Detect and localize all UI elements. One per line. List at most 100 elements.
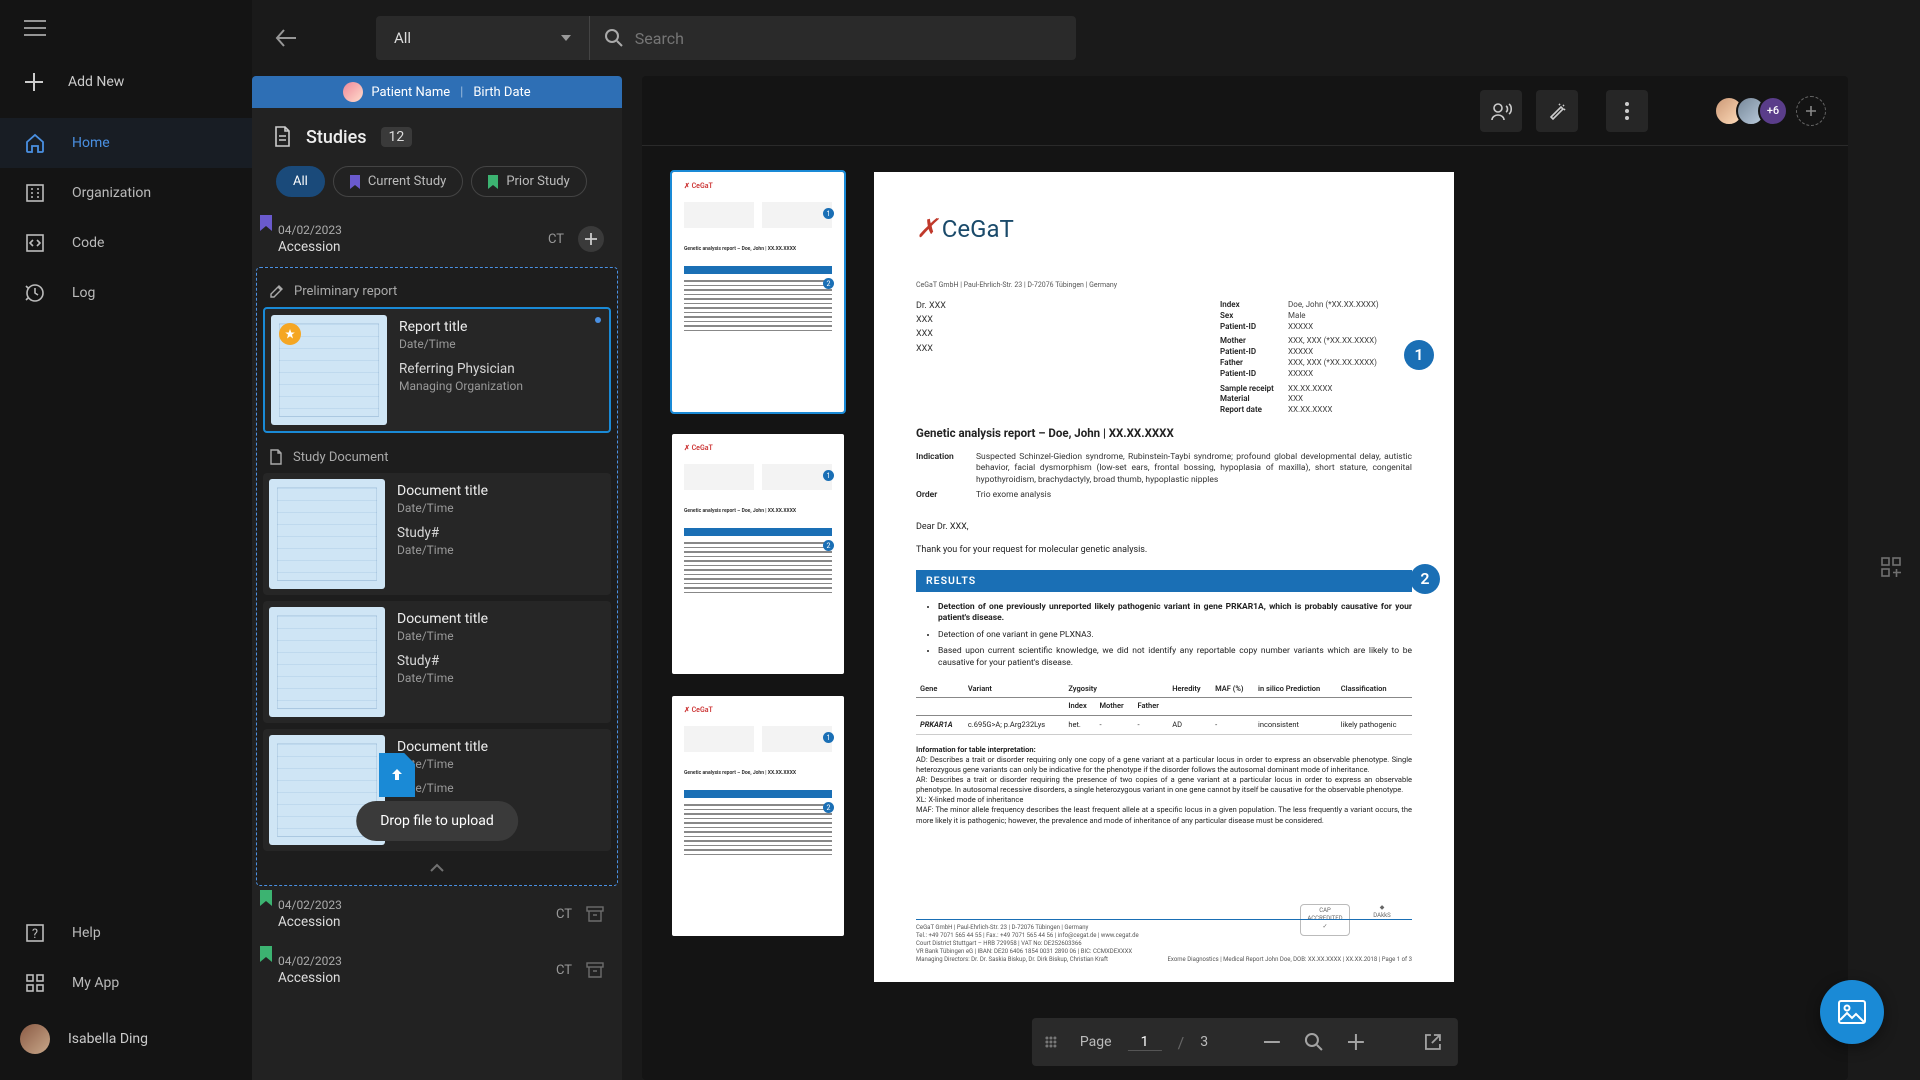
voice-icon [1490,101,1512,121]
nav-item-home[interactable]: Home [0,118,252,168]
section-label: Preliminary report [294,284,397,299]
nav-rail: Add New Home Organization Code Log ? Hel… [0,0,252,1080]
card-line4: Date/Time [397,671,603,685]
variants-table: GeneVariant Zygosity HeredityMAF (%) in … [916,681,1412,734]
page-thumbnail-3[interactable]: ✗ CeGaT 1 Genetic analysis report – Doe,… [672,696,844,936]
magic-wand-icon [1547,101,1567,121]
document-page[interactable]: ✗CeGaT CeGaT GmbH | Paul-Ehrlich-Str. 23… [874,172,1454,982]
status-dot [595,317,601,323]
patient-meta-box: IndexDoe, John (*XX.XX.XXXX) SexMale Pat… [1220,300,1400,416]
card-line3: Study# [397,653,603,669]
expand-study-button[interactable] [578,226,604,252]
page-thumbnail-2[interactable]: ✗ CeGaT 1 Genetic analysis report – Doe,… [672,434,844,674]
image-icon [1838,1000,1866,1024]
add-widget-button[interactable] [1880,556,1904,580]
home-icon [24,132,48,154]
search-scope-dropdown[interactable]: All [376,16,590,60]
image-fab-button[interactable] [1820,980,1884,1044]
open-external-icon [1424,1033,1442,1051]
card-title: Report title [399,319,601,335]
archive-icon[interactable] [586,906,604,922]
document-controls: Page / 3 [1032,1018,1458,1066]
collapse-button[interactable] [263,857,611,873]
add-collaborator-button[interactable] [1796,96,1826,126]
patient-header[interactable]: Patient Name | Birth Date [252,76,622,108]
chevron-up-icon [429,863,445,873]
results-list: Detection of one previously unreported l… [938,602,1412,669]
open-external-button[interactable] [1420,1033,1446,1051]
bookmark-icon [260,890,272,906]
page-thumbnail-1[interactable]: ✗ CeGaT 1 Genetic analysis report – Doe,… [672,172,844,412]
document-card[interactable]: Document title Date/Time Study# Date/Tim… [263,473,611,595]
study-date: 04/02/2023 [278,898,556,912]
patient-name: Patient Name [371,85,450,100]
thumbnail [271,315,387,425]
drag-handle-icon[interactable] [1044,1035,1058,1049]
archive-icon[interactable] [586,962,604,978]
filter-chip-all[interactable]: All [276,166,325,197]
intro-text: Thank you for your request for molecular… [916,544,1412,556]
search-icon [604,28,623,48]
order-text: Trio exome analysis [976,490,1412,501]
card-title: Document title [397,739,603,755]
nav-label: Log [72,285,95,301]
page-footer: CeGaT GmbH | Paul-Ehrlich-Str. 23 | D-72… [916,919,1412,964]
organization-icon [24,182,48,204]
studies-title: Studies [306,127,367,148]
nav-item-log[interactable]: Log [0,268,252,318]
topbar: All [252,0,1920,76]
ai-button[interactable] [1536,90,1578,132]
nav-item-my-app[interactable]: My App [0,958,252,1008]
zoom-reset-button[interactable] [1300,1032,1328,1052]
log-icon [24,282,48,304]
nav-label: Code [72,235,104,251]
code-icon [24,232,48,254]
document-viewer: +6 ✗ CeGaT 1 Genetic analysis report – D… [642,76,1848,1080]
dictation-button[interactable] [1480,90,1522,132]
document-card[interactable]: Document title Date/Time Study# Date/Tim… [263,601,611,723]
bookmark-icon [488,175,498,189]
nav-label: My App [72,975,119,991]
bookmark-icon [260,215,272,231]
study-modality: CT [556,963,572,978]
arrow-left-icon [275,29,297,47]
page-label: Page [1080,1034,1112,1050]
badge-2: 2 [1410,564,1440,594]
nav-label: Help [72,925,101,941]
nav-item-code[interactable]: Code [0,218,252,268]
avatar-overflow[interactable]: +6 [1758,96,1788,126]
add-new-button[interactable]: Add New [0,46,252,118]
card-subtitle: Date/Time [399,337,601,351]
card-subtitle: Date/Time [397,757,603,771]
card-line3: Referring Physician [399,361,601,377]
search-input[interactable] [635,29,1062,48]
nav-user[interactable]: Isabella Ding [0,1008,252,1070]
nav-item-help[interactable]: ? Help [0,908,252,958]
hamburger-menu-icon[interactable] [24,20,252,36]
user-name: Isabella Ding [68,1031,148,1047]
search-icon [1304,1032,1324,1052]
back-button[interactable] [266,18,306,58]
study-accession: Accession [278,239,548,255]
study-row[interactable]: 04/02/2023 Accession CT [252,942,622,998]
filter-chip-prior[interactable]: Prior Study [471,166,586,197]
chevron-down-icon [561,35,571,41]
avatar [343,82,363,102]
study-modality: CT [556,907,572,922]
document-card[interactable]: Document title Date/Time Date/Time [263,729,611,851]
more-options-button[interactable] [1606,90,1648,132]
report-card[interactable]: Report title Date/Time Referring Physici… [263,307,611,433]
study-row[interactable]: 04/02/2023 Accession CT [252,211,622,267]
card-subtitle: Date/Time [397,501,603,515]
filter-chip-current[interactable]: Current Study [333,166,464,197]
zoom-out-button[interactable] [1260,1041,1284,1043]
minus-icon [1264,1041,1280,1043]
page-total: 3 [1200,1034,1208,1050]
nav-item-organization[interactable]: Organization [0,168,252,218]
add-new-label: Add New [68,74,124,90]
studies-count-badge: 12 [381,127,413,147]
study-row[interactable]: 04/02/2023 Accession CT [252,886,622,942]
study-date: 04/02/2023 [278,223,548,237]
page-number-input[interactable] [1128,1034,1162,1051]
zoom-in-button[interactable] [1344,1034,1368,1050]
